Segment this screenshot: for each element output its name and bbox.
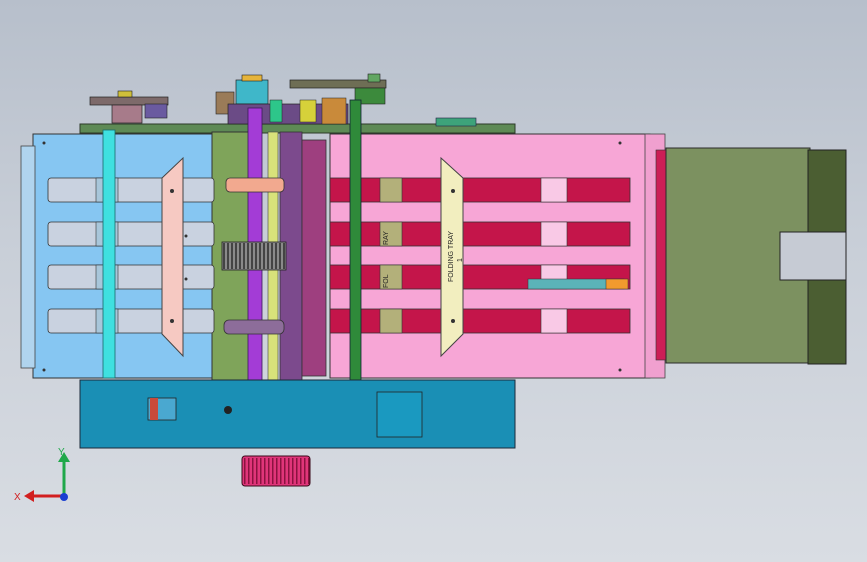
gear-tooth bbox=[271, 243, 273, 269]
gear-tooth bbox=[304, 458, 306, 484]
gear-tooth bbox=[268, 458, 270, 484]
gear-tooth bbox=[284, 458, 286, 484]
left-folding-tray[interactable] bbox=[161, 156, 184, 358]
gear-tooth bbox=[263, 243, 265, 269]
axis-y-label: Y bbox=[58, 447, 65, 458]
right-motor-housing[interactable] bbox=[665, 147, 847, 365]
gear-tooth bbox=[256, 458, 258, 484]
folding-tray-index: 1 bbox=[457, 258, 464, 262]
right-plate bbox=[329, 133, 651, 379]
gear-tooth bbox=[235, 243, 237, 269]
gear-tooth bbox=[243, 243, 245, 269]
gear-tooth bbox=[280, 458, 282, 484]
gear-tooth bbox=[288, 458, 290, 484]
gear-tooth bbox=[275, 243, 277, 269]
bottom-drive-gear[interactable] bbox=[241, 455, 311, 487]
gear-tooth bbox=[248, 458, 250, 484]
right-plate-end bbox=[655, 149, 667, 361]
gear-tooth bbox=[272, 458, 274, 484]
top-bracket-ext bbox=[435, 117, 477, 127]
purple-block-2 bbox=[301, 139, 327, 377]
gear-tooth bbox=[252, 458, 254, 484]
fold-label-upper: RAY bbox=[383, 231, 390, 245]
upper-roller[interactable] bbox=[225, 177, 285, 193]
left-plate-edge bbox=[20, 145, 36, 369]
axis-x-label: X bbox=[14, 492, 21, 503]
cad-viewport[interactable]: FOLDING TRAY 1 RAY FOL Y X bbox=[0, 0, 867, 562]
z-axis-dot bbox=[60, 493, 68, 501]
gear-tooth bbox=[244, 458, 246, 484]
gear-tooth bbox=[276, 458, 278, 484]
gear-tooth bbox=[227, 243, 229, 269]
gear-tooth bbox=[292, 458, 294, 484]
gear-tooth bbox=[279, 243, 281, 269]
gear-tooth bbox=[296, 458, 298, 484]
gear-tooth bbox=[231, 243, 233, 269]
gear-tooth bbox=[260, 458, 262, 484]
pulley-assembly-left[interactable] bbox=[89, 90, 169, 124]
gear-tooth bbox=[255, 243, 257, 269]
base-box[interactable] bbox=[79, 379, 516, 449]
gear-tooth bbox=[251, 243, 253, 269]
gear-tooth bbox=[264, 458, 266, 484]
gear-tooth bbox=[283, 243, 285, 269]
gear-tooth bbox=[300, 458, 302, 484]
left-cyan-shaft[interactable] bbox=[102, 129, 116, 379]
axis-triad: Y X bbox=[14, 447, 70, 503]
fold-label-lower: FOL bbox=[383, 274, 390, 288]
gear-tooth bbox=[247, 243, 249, 269]
folding-tray-label: FOLDING TRAY bbox=[448, 231, 455, 282]
gear-tooth bbox=[259, 243, 261, 269]
machine-model[interactable]: FOLDING TRAY 1 RAY FOL Y X bbox=[0, 0, 867, 562]
gear-tooth bbox=[308, 458, 310, 484]
left-plate bbox=[32, 133, 214, 379]
lower-roller[interactable] bbox=[223, 319, 285, 335]
gear-tooth bbox=[223, 243, 225, 269]
gear-tooth bbox=[267, 243, 269, 269]
middle-gear[interactable] bbox=[221, 241, 287, 271]
gear-tooth bbox=[239, 243, 241, 269]
green-shaft[interactable] bbox=[349, 99, 362, 381]
